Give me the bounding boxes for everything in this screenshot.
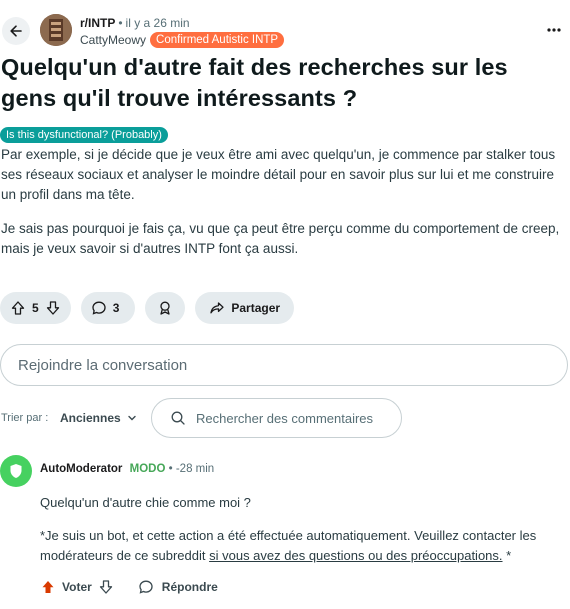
comment: AutoModerator MODO • -28 min Quelqu'un d… [0, 455, 570, 605]
search-comments-input[interactable]: Rechercher des commentaires [151, 398, 402, 438]
comment-vote: Voter [40, 579, 114, 595]
chevron-down-icon [127, 415, 136, 421]
comment-icon [139, 580, 153, 594]
upvote-icon[interactable] [10, 300, 26, 316]
award-button[interactable] [145, 292, 186, 324]
comment-author[interactable]: AutoModerator [40, 463, 122, 475]
reply-button[interactable]: Répondre [138, 579, 218, 595]
comment-line: Quelqu'un d'autre chie comme moi ? [40, 495, 251, 510]
post-paragraph: Je sais pas pourquoi je fais ça, vu que … [1, 221, 560, 256]
comment-separator: • [168, 463, 176, 475]
vote-count: 5 [32, 301, 39, 315]
share-button[interactable]: Partager [195, 292, 295, 324]
join-placeholder: Rejoindre la conversation [18, 356, 188, 374]
separator-dot: • [118, 16, 123, 30]
search-comments-placeholder: Rechercher des commentaires [196, 410, 374, 426]
comment-line: *Je suis un bot, et cette action a été e… [40, 526, 568, 566]
subreddit-name[interactable]: r/INTP [80, 16, 115, 30]
subreddit-avatar[interactable] [40, 14, 72, 46]
comment-sort-bar: Trier par : Anciennes Rechercher des com… [0, 398, 570, 438]
sort-label: Trier par : [1, 412, 49, 424]
post-flair[interactable]: Is this dysfunctional? (Probably) [0, 127, 168, 143]
downvote-icon[interactable] [98, 579, 114, 595]
comment-count: 3 [112, 301, 120, 315]
search-icon [171, 411, 185, 425]
sort-value: Anciennes [60, 411, 121, 425]
post-header: r/INTP • il y a 26 min CattyMeowy Confirme… [0, 14, 570, 50]
upvote-filled-icon[interactable] [40, 579, 56, 595]
comment-actions: Voter Répondre [40, 579, 218, 595]
author-line: CattyMeowy Confirmed Autistic INTP [80, 32, 285, 48]
shield-icon [10, 464, 22, 478]
contact-mods-link[interactable]: si vous avez des questions ou des préocc… [209, 548, 502, 563]
downvote-icon[interactable] [45, 300, 61, 316]
comment-icon [92, 301, 106, 315]
award-icon [160, 301, 171, 315]
post-title: Quelqu'un d'autre fait des recherches su… [1, 54, 508, 111]
share-label: Partager [231, 301, 281, 315]
comments-button[interactable]: 3 [80, 292, 136, 324]
sort-dropdown[interactable]: Anciennes [60, 411, 137, 425]
automoderator-avatar[interactable] [0, 455, 32, 487]
share-icon [210, 302, 225, 314]
mod-badge: MODO [129, 463, 166, 475]
arrow-left-icon [10, 25, 22, 37]
comment-text-end: * [502, 548, 512, 563]
comment-body: Quelqu'un d'autre chie comme moi ? *Je s… [40, 493, 568, 579]
author-flair: Confirmed Autistic INTP [150, 32, 285, 48]
post-paragraph: Par exemple, si je décide que je veux êt… [1, 147, 556, 202]
vote-pill: 5 [0, 292, 71, 324]
post-time: il y a 26 min [125, 16, 190, 30]
back-button[interactable] [2, 17, 30, 45]
post-actions: 5 3 Partager [0, 292, 295, 324]
join-conversation-input[interactable]: Rejoindre la conversation [0, 344, 568, 386]
comment-time: -28 min [175, 463, 215, 475]
comment-header: AutoModerator MODO • -28 min [40, 463, 214, 475]
more-icon [547, 28, 561, 32]
more-options-button[interactable] [544, 20, 564, 40]
post-body: Par exemple, si je décide que je veux êt… [1, 145, 569, 273]
post-author[interactable]: CattyMeowy [80, 33, 146, 47]
vote-label: Voter [62, 580, 92, 594]
reply-label: Répondre [161, 580, 218, 594]
post-meta: r/INTP • il y a 26 min [80, 16, 190, 30]
